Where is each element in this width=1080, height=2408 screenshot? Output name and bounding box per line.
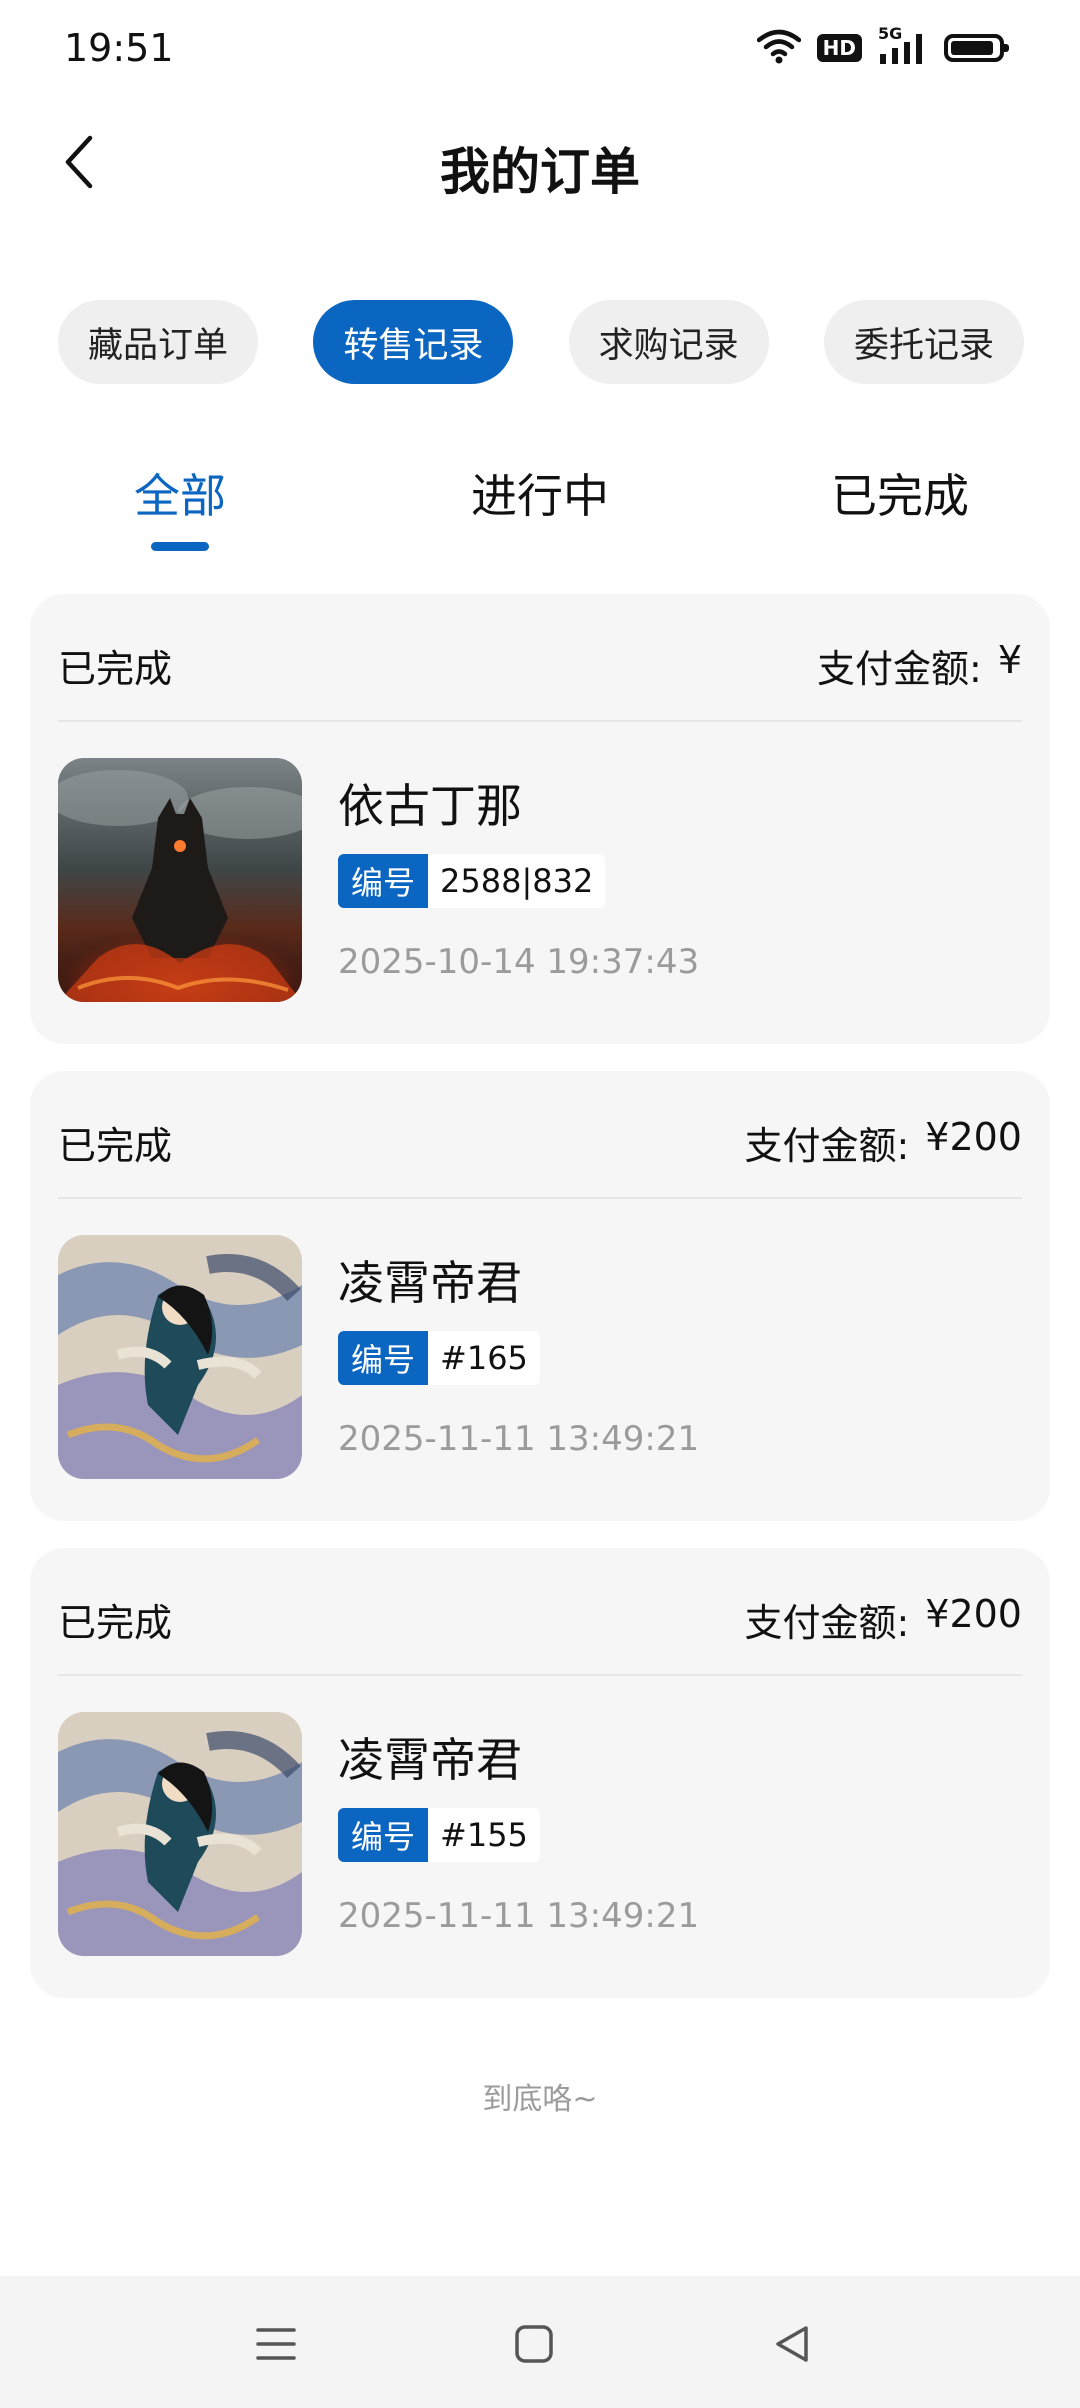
order-card[interactable]: 已完成 支付金额: ¥200 凌霄帝君 编号 #165 2025-11-11 1… — [30, 1071, 1050, 1521]
status-tabs: 全部 进行中 已完成 — [0, 460, 1080, 560]
system-nav-bar — [0, 2276, 1080, 2408]
status-time: 19:51 — [64, 26, 174, 70]
back-triangle-icon — [772, 2324, 812, 2368]
serial-value: #165 — [428, 1331, 540, 1385]
artwork-name: 凌霄帝君 — [338, 1256, 522, 1310]
page-title: 我的订单 — [440, 143, 640, 201]
hd-icon: HD — [816, 34, 862, 62]
amount-value: ¥ — [997, 638, 1022, 682]
serial-tag: 编号 — [338, 854, 429, 908]
menu-button[interactable] — [236, 2306, 316, 2386]
battery-icon — [944, 34, 1009, 62]
order-status: 已完成 — [58, 1124, 173, 1168]
status-icons: HD 5G — [756, 24, 1009, 68]
tab-resale-records[interactable]: 转售记录 — [313, 300, 514, 384]
artwork-thumbnail[interactable] — [58, 1712, 302, 1956]
wifi-icon — [756, 28, 801, 68]
home-square-icon — [514, 2324, 554, 2368]
order-amount: 支付金额: ¥ — [817, 638, 1022, 693]
active-tab-indicator — [151, 542, 209, 551]
order-time: 2025-11-11 13:49:21 — [338, 1419, 700, 1459]
end-of-list-hint: 到底咯~ — [482, 2082, 598, 2117]
tab-purchase-requests[interactable]: 求购记录 — [568, 300, 769, 384]
serial-tag: 编号 — [338, 1331, 429, 1385]
order-time: 2025-11-11 13:49:21 — [338, 1896, 700, 1936]
order-card[interactable]: 已完成 支付金额: ¥ 依古丁那 编号 2588|832 2025-10-14 … — [30, 594, 1050, 1044]
order-time: 2025-10-14 19:37:43 — [338, 942, 700, 982]
card-divider — [58, 720, 1022, 722]
artwork-thumbnail[interactable] — [58, 1235, 302, 1479]
order-status: 已完成 — [58, 1601, 173, 1645]
network-type-label: 5G — [878, 24, 903, 43]
artwork-name: 依古丁那 — [338, 779, 522, 833]
serial-value: 2588|832 — [428, 854, 606, 908]
artwork-thumbnail[interactable] — [58, 758, 302, 1002]
tab-completed[interactable]: 已完成 — [770, 460, 1030, 526]
serial-number: 编号 2588|832 — [338, 854, 606, 908]
amount-value: ¥200 — [925, 1115, 1022, 1159]
amount-label: 支付金额: — [744, 1124, 910, 1168]
serial-number: 编号 #165 — [338, 1331, 540, 1385]
tab-all[interactable]: 全部 — [50, 460, 310, 526]
header: 我的订单 — [0, 118, 1080, 208]
home-button[interactable] — [494, 2306, 574, 2386]
battery-level — [951, 41, 993, 55]
card-divider — [58, 1674, 1022, 1676]
order-status: 已完成 — [58, 647, 173, 691]
amount-label: 支付金额: — [817, 647, 982, 691]
serial-number: 编号 #155 — [338, 1808, 540, 1862]
artwork-name: 凌霄帝君 — [338, 1733, 522, 1787]
tab-in-progress[interactable]: 进行中 — [410, 460, 670, 526]
serial-tag: 编号 — [338, 1808, 429, 1862]
serial-value: #155 — [428, 1808, 540, 1862]
tab-consignment-records[interactable]: 委托记录 — [823, 300, 1024, 384]
category-tabs: 藏品订单 转售记录 求购记录 委托记录 — [58, 300, 1024, 386]
back-nav-button[interactable] — [752, 2306, 832, 2386]
amount-value: ¥200 — [925, 1592, 1022, 1636]
signal-5g-icon: 5G — [878, 24, 928, 66]
order-amount: 支付金额: ¥200 — [744, 1115, 1022, 1170]
tab-collection-orders[interactable]: 藏品订单 — [58, 300, 258, 384]
card-divider — [58, 1197, 1022, 1199]
order-amount: 支付金额: ¥200 — [744, 1592, 1022, 1647]
order-card[interactable]: 已完成 支付金额: ¥200 凌霄帝君 编号 #155 2025-11-11 1… — [30, 1548, 1050, 1998]
amount-label: 支付金额: — [744, 1601, 910, 1645]
menu-icon — [256, 2324, 296, 2368]
status-bar: 19:51 HD 5G — [0, 0, 1080, 96]
